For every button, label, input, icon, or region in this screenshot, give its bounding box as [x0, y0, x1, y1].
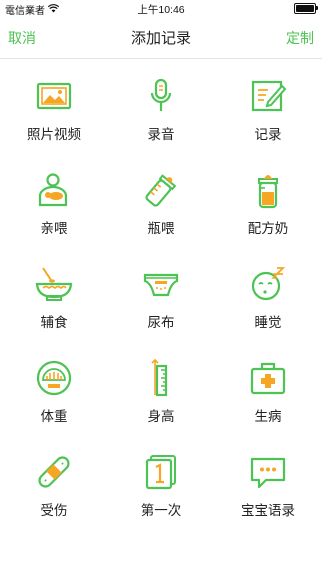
record-item-photo-video[interactable]: 照片视频: [0, 70, 108, 164]
formula-bottle-icon: [248, 170, 288, 210]
clock: 上午10:46: [137, 4, 185, 16]
record-item-breastfeed[interactable]: 亲喂: [0, 164, 108, 258]
record-item-formula[interactable]: 配方奶: [214, 164, 322, 258]
record-item-label: 瓶喂: [147, 221, 175, 236]
page-title: 添加记录: [130, 30, 191, 47]
record-item-first-time[interactable]: 第一次: [108, 446, 214, 540]
sleep-icon: [248, 264, 288, 304]
record-type-grid: 照片视频 录音 记录 亲喂 瓶喂 配方奶 辅食 尿布 睡觉 体重 身高 生病 受…: [0, 70, 322, 540]
status-bar: 電信業者 上午10:46: [0, 0, 322, 17]
record-item-label: 体重: [40, 409, 68, 424]
ruler-icon: [141, 358, 181, 398]
customize-button[interactable]: 定制: [286, 28, 314, 48]
note-icon: [248, 76, 288, 116]
microphone-icon: [141, 76, 181, 116]
record-item-label: 照片视频: [27, 127, 81, 142]
record-item-label: 睡觉: [254, 315, 282, 330]
record-item-label: 宝宝语录: [241, 503, 295, 518]
record-item-height[interactable]: 身高: [108, 352, 214, 446]
record-item-note[interactable]: 记录: [214, 70, 322, 164]
speech-bubble-icon: [248, 452, 288, 492]
first-time-icon: [141, 452, 181, 492]
record-item-label: 辅食: [40, 315, 68, 330]
record-item-bottle-feed[interactable]: 瓶喂: [108, 164, 214, 258]
record-item-label: 第一次: [140, 503, 182, 518]
record-item-solid-food[interactable]: 辅食: [0, 258, 108, 352]
diaper-icon: [141, 264, 181, 304]
scale-icon: [34, 358, 74, 398]
record-item-diaper[interactable]: 尿布: [108, 258, 214, 352]
record-item-label: 记录: [254, 127, 282, 142]
record-item-label: 亲喂: [40, 221, 68, 236]
record-item-weight[interactable]: 体重: [0, 352, 108, 446]
nav-bar: 取消 添加记录 定制: [0, 16, 322, 59]
record-item-baby-quotes[interactable]: 宝宝语录: [214, 446, 322, 540]
record-item-label: 尿布: [147, 315, 175, 330]
record-item-label: 生病: [254, 409, 282, 424]
record-item-label: 录音: [147, 127, 175, 142]
bandage-icon: [34, 452, 74, 492]
record-item-audio[interactable]: 录音: [108, 70, 214, 164]
food-bowl-icon: [34, 264, 74, 304]
record-item-illness[interactable]: 生病: [214, 352, 322, 446]
photo-icon: [34, 76, 74, 116]
record-item-label: 受伤: [40, 503, 68, 518]
breastfeed-icon: [34, 170, 74, 210]
record-item-label: 配方奶: [247, 221, 289, 236]
record-item-injury[interactable]: 受伤: [0, 446, 108, 540]
baby-bottle-icon: [141, 170, 181, 210]
battery-icon: [294, 3, 318, 14]
record-item-label: 身高: [147, 409, 175, 424]
record-item-sleep[interactable]: 睡觉: [214, 258, 322, 352]
medical-kit-icon: [248, 358, 288, 398]
